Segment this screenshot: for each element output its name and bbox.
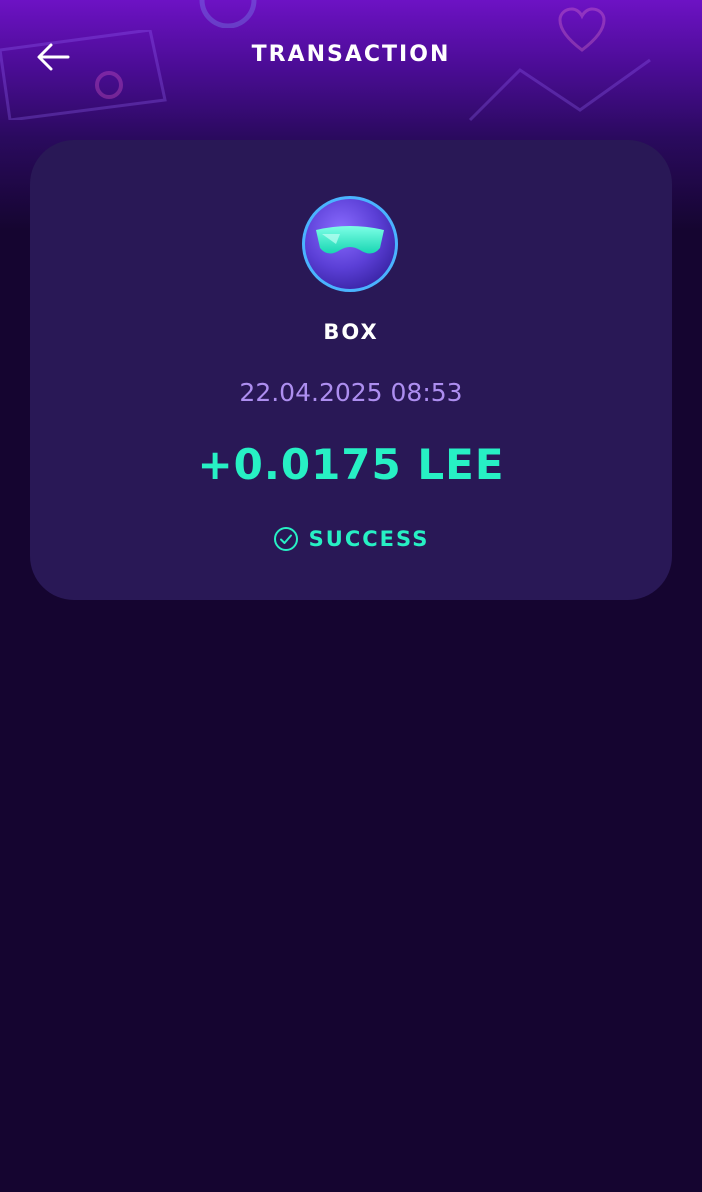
transaction-datetime: 22.04.2025 08:53 [239, 378, 463, 407]
check-circle-icon [273, 527, 298, 551]
status-badge: SUCCESS [30, 526, 672, 552]
transaction-item-name: BOX [323, 320, 379, 344]
page-title: TRANSACTION [251, 42, 451, 67]
transaction-amount: +0.0175 LEE [197, 440, 505, 489]
goggles-avatar-icon [302, 196, 398, 292]
status-label: SUCCESS [308, 527, 430, 551]
transaction-card: BOX 22.04.2025 08:53 +0.0175 LEE SUCCESS [30, 140, 672, 600]
app-header: TRANSACTION [0, 0, 702, 114]
